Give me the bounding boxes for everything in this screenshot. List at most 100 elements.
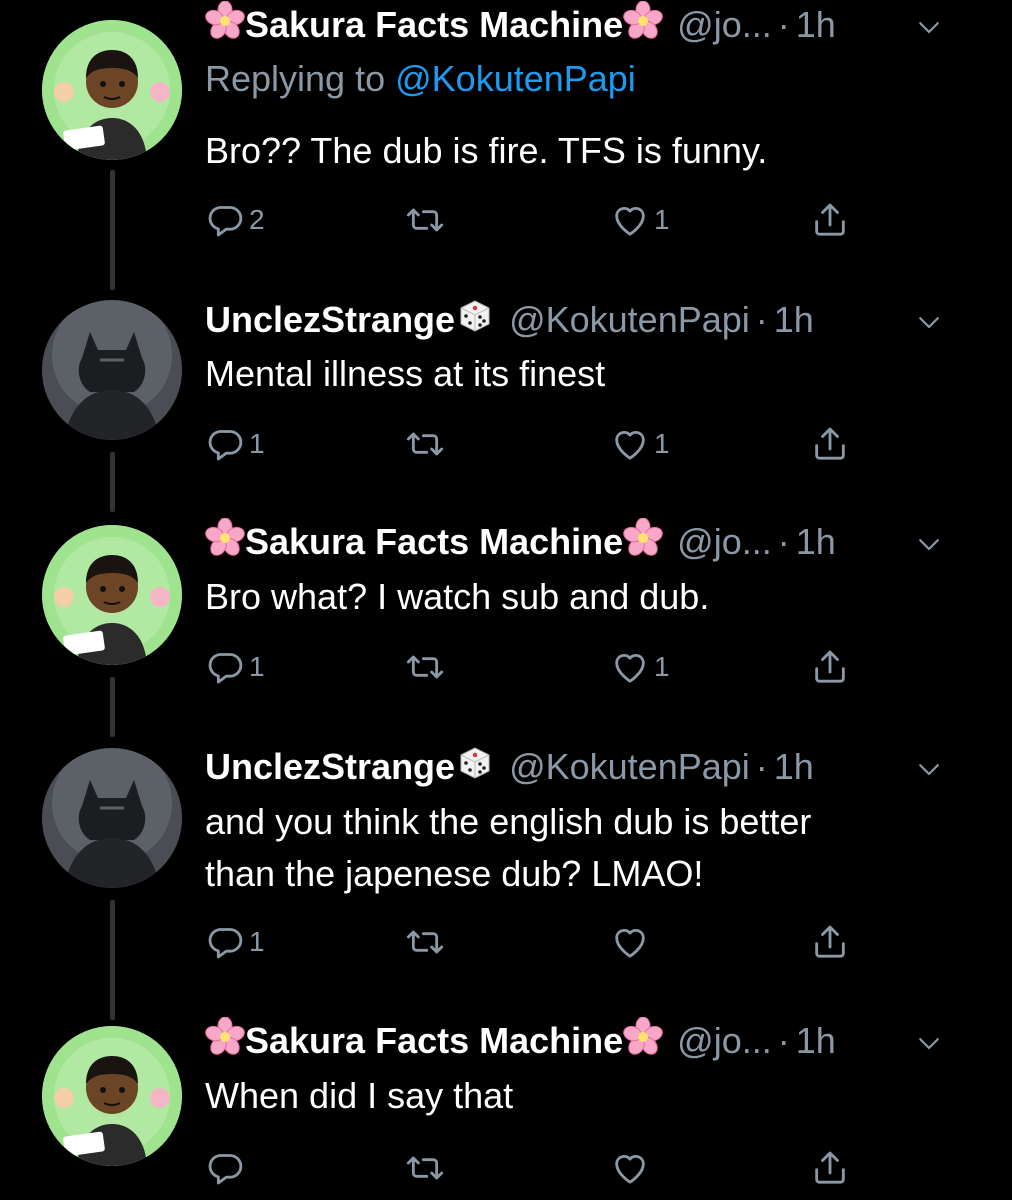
cherry-blossom-icon	[623, 518, 663, 567]
avatar[interactable]	[42, 1026, 182, 1166]
heart-icon	[610, 647, 650, 687]
chevron-down-icon[interactable]	[914, 754, 944, 784]
reply-count: 1	[249, 428, 265, 459]
like-count: 1	[654, 204, 670, 235]
reply-button[interactable]: 2	[205, 198, 265, 242]
mention-link[interactable]: @KokutenPapi	[395, 58, 636, 99]
like-count: 1	[654, 428, 670, 459]
like-button[interactable]: 1	[610, 422, 670, 466]
action-bar	[205, 1146, 885, 1190]
tweet[interactable]: UnclezStrange @KokutenPapi · 1h Mental i…	[0, 290, 1012, 512]
tweet-text: Mental illness at its finest	[205, 353, 606, 394]
thread-line	[110, 900, 115, 1020]
heart-icon	[610, 922, 650, 962]
tweet[interactable]: Sakura Facts Machine @jo... · 1h Replyin…	[0, 0, 1012, 290]
action-bar: 1	[205, 920, 885, 964]
display-name[interactable]: UnclezStrange	[205, 299, 455, 341]
avatar[interactable]	[42, 525, 182, 665]
retweet-button[interactable]	[405, 198, 449, 242]
tweet-text: Bro what? I watch sub and dub.	[205, 576, 710, 617]
timestamp[interactable]: 1h	[796, 521, 836, 563]
thread-line	[110, 452, 115, 512]
heart-icon	[610, 200, 650, 240]
timestamp[interactable]: 1h	[796, 4, 836, 46]
display-name[interactable]: Sakura Facts Machine	[245, 521, 623, 563]
tweet[interactable]: Sakura Facts Machine @jo... · 1h Bro wha…	[0, 515, 1012, 737]
share-button[interactable]	[810, 198, 850, 242]
retweet-button[interactable]	[405, 422, 449, 466]
action-bar: 1 1	[205, 422, 885, 466]
replying-prefix: Replying to	[205, 58, 396, 99]
reply-button[interactable]	[205, 1146, 249, 1190]
action-bar: 2 1	[205, 198, 885, 242]
timestamp[interactable]: 1h	[774, 299, 814, 341]
replying-to: Replying to @KokutenPapi	[205, 58, 636, 100]
heart-icon	[610, 1148, 650, 1188]
share-button[interactable]	[810, 1146, 850, 1190]
cherry-blossom-icon	[623, 1017, 663, 1066]
handle[interactable]: @KokutenPapi	[509, 746, 750, 788]
tweet-text: and you think the english dub is better …	[205, 796, 942, 900]
action-bar: 1 1	[205, 645, 885, 689]
tweet[interactable]: Sakura Facts Machine @jo... · 1h When di…	[0, 1016, 1012, 1200]
reply-count: 1	[249, 651, 265, 682]
retweet-button[interactable]	[405, 645, 449, 689]
share-icon	[810, 424, 850, 464]
retweet-icon	[405, 1148, 445, 1188]
share-button[interactable]	[810, 645, 850, 689]
avatar[interactable]	[42, 20, 182, 160]
retweet-button[interactable]	[405, 920, 449, 964]
reply-icon	[205, 424, 245, 464]
retweet-icon	[405, 922, 445, 962]
share-button[interactable]	[810, 920, 850, 964]
handle[interactable]: @KokutenPapi	[509, 299, 750, 341]
timestamp[interactable]: 1h	[796, 1020, 836, 1062]
tweet-text-line: than the japenese dub? LMAO!	[205, 853, 704, 894]
handle[interactable]: @jo...	[677, 1020, 772, 1062]
separator: ·	[777, 521, 790, 562]
share-icon	[810, 1148, 850, 1188]
reply-button[interactable]: 1	[205, 422, 265, 466]
chevron-down-icon[interactable]	[914, 307, 944, 337]
retweet-icon	[405, 424, 445, 464]
cherry-blossom-icon	[623, 1, 663, 50]
chevron-down-icon[interactable]	[914, 529, 944, 559]
reply-button[interactable]: 1	[205, 645, 265, 689]
reply-count: 1	[249, 926, 265, 957]
share-icon	[810, 922, 850, 962]
tweet-text: Bro?? The dub is fire. TFS is funny.	[205, 130, 768, 171]
tweet-text: When did I say that	[205, 1075, 514, 1116]
reply-count: 2	[249, 204, 265, 235]
dice-icon	[455, 296, 495, 345]
avatar[interactable]	[42, 300, 182, 440]
like-button[interactable]	[610, 920, 654, 964]
like-button[interactable]: 1	[610, 645, 670, 689]
dice-icon	[455, 743, 495, 792]
avatar[interactable]	[42, 748, 182, 888]
like-button[interactable]: 1	[610, 198, 670, 242]
retweet-icon	[405, 200, 445, 240]
separator: ·	[755, 746, 768, 787]
heart-icon	[610, 424, 650, 464]
reply-icon	[205, 1148, 245, 1188]
reply-button[interactable]: 1	[205, 920, 265, 964]
share-icon	[810, 200, 850, 240]
like-button[interactable]	[610, 1146, 654, 1190]
display-name[interactable]: UnclezStrange	[205, 746, 455, 788]
tweet[interactable]: UnclezStrange @KokutenPapi · 1h and you …	[0, 738, 1012, 1020]
cherry-blossom-icon	[205, 1017, 245, 1066]
chevron-down-icon[interactable]	[914, 12, 944, 42]
chevron-down-icon[interactable]	[914, 1028, 944, 1058]
share-button[interactable]	[810, 422, 850, 466]
reply-icon	[205, 922, 245, 962]
timestamp[interactable]: 1h	[774, 746, 814, 788]
share-icon	[810, 647, 850, 687]
display-name[interactable]: Sakura Facts Machine	[245, 4, 623, 46]
reply-icon	[205, 647, 245, 687]
handle[interactable]: @jo...	[677, 521, 772, 563]
retweet-icon	[405, 647, 445, 687]
retweet-button[interactable]	[405, 1146, 449, 1190]
handle[interactable]: @jo...	[677, 4, 772, 46]
thread-line	[110, 170, 115, 290]
display-name[interactable]: Sakura Facts Machine	[245, 1020, 623, 1062]
